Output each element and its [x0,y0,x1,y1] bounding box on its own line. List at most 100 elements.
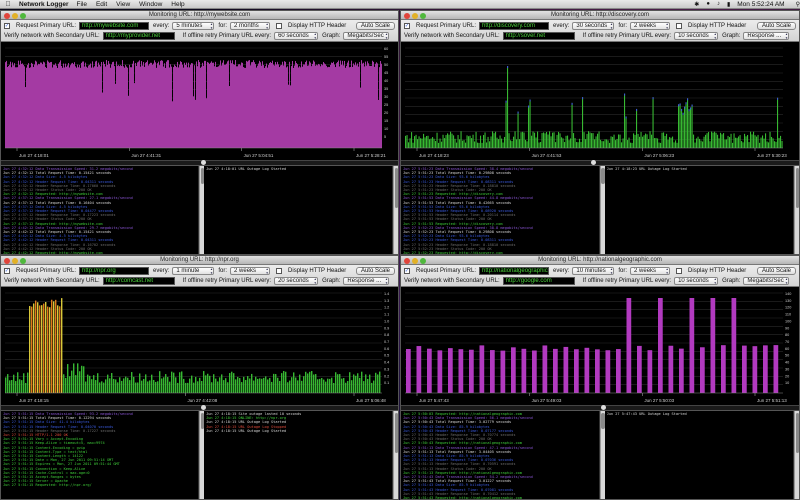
volume-icon[interactable]: ♪ [717,1,720,7]
chart-bar [87,374,89,393]
menu-window[interactable]: Window [139,1,162,8]
interval-select[interactable]: 1 minute [172,267,215,275]
duration-select[interactable]: 2 weeks [630,22,671,30]
outage-log-scrollbar[interactable] [393,166,398,254]
minimize-window-button[interactable] [12,257,18,264]
minimize-window-button[interactable] [412,257,418,264]
graph-type-select[interactable]: Response ... [343,277,390,285]
request-primary-checkbox[interactable]: ✓ [404,23,410,29]
primary-url-input[interactable]: http://discovery.com [479,22,550,30]
primary-url-input[interactable]: http://npr.org [79,267,150,275]
outage-log-scrollbar[interactable] [794,166,799,254]
secondary-url-input[interactable]: http://sover.net [502,32,575,40]
window-titlebar[interactable]: Monitoring URL: http://npr.org [1,256,398,265]
primary-url-input[interactable]: http://nationalgeographic.c [479,267,550,275]
timeline-scrubber[interactable] [1,405,398,410]
zoom-window-button[interactable] [420,257,426,264]
interval-select[interactable]: 10 minutes [572,267,615,275]
retry-select[interactable]: 10 seconds [674,277,719,285]
primary-url-input[interactable]: http://mywebsite.com [79,22,150,30]
menu-view[interactable]: View [116,1,130,8]
graph-type-select[interactable]: Response ... [743,32,790,40]
secondary-url-input[interactable]: http://google.com [502,277,575,285]
menubar-clock[interactable]: Mon 5:52:24 AM [737,1,784,8]
chart-bar [409,138,411,148]
minimize-window-button[interactable] [12,12,18,19]
timeline-scrubber[interactable] [401,405,799,410]
request-primary-checkbox[interactable]: ✓ [4,268,10,274]
display-header-checkbox[interactable] [676,268,683,274]
chart-bar [306,60,307,148]
outage-log[interactable]: Jun 27 4:18:01 URL Outage Log Started [204,166,393,254]
window-titlebar[interactable]: Monitoring URL: http://nationalgeographi… [401,256,799,265]
chart-bar [154,60,155,148]
scrubber-knob[interactable] [201,405,206,410]
window-titlebar[interactable]: Monitoring URL: http://mywebsite.com [1,11,398,20]
close-window-button[interactable] [4,12,10,19]
menu-app-name[interactable]: Network Logger [19,1,68,8]
outage-log[interactable]: Jun 27 4:18:23 URL Outage Log Started [604,166,794,254]
close-window-button[interactable] [404,12,410,19]
menu-file[interactable]: File [76,1,86,8]
wifi-icon[interactable]: ● [706,1,710,7]
interval-select[interactable]: 5 minutes [172,22,215,30]
display-header-checkbox[interactable] [676,23,683,29]
outage-log[interactable]: Jun 27 4:18:15 Site outage lasted 10 sec… [204,411,393,499]
apple-icon[interactable]:  [3,1,13,8]
close-window-button[interactable] [404,257,410,264]
display-header-checkbox[interactable] [276,268,283,274]
display-header-checkbox[interactable] [276,23,283,29]
duration-select[interactable]: 2 weeks [230,267,271,275]
timeline-scrubber[interactable] [1,160,398,165]
request-primary-checkbox[interactable]: ✓ [404,268,410,274]
auto-scale-button[interactable]: Auto Scale [355,22,395,30]
zoom-window-button[interactable] [420,12,426,19]
outage-log[interactable]: Jun 27 5:47:43 URL Outage Log Started [604,411,794,499]
retry-select[interactable]: 20 seconds [274,277,319,285]
chart-bar [314,61,315,148]
chart-bar [127,377,129,393]
outage-log-scrollbar[interactable] [794,411,799,499]
request-primary-checkbox[interactable]: ✓ [4,23,10,29]
chart-bar [658,298,663,393]
bluetooth-icon[interactable]: ✱ [694,1,699,8]
chart-bar [111,64,112,148]
outage-log-scrollbar[interactable] [393,411,398,499]
chart-bar [757,134,759,148]
request-log[interactable]: Jun 27 4:32:12 Data Transmission Speed: … [1,166,200,254]
window-titlebar[interactable]: Monitoring URL: http://discovery.com [401,11,799,20]
traffic-chart[interactable]: Jun 27 4:18:01 Jun 27 4:41:31 Jun 27 5:04:… [1,42,398,160]
traffic-chart[interactable]: Jun 27 5:47:43 Jun 27 5:49:03 Jun 27 5:50:… [401,287,799,405]
chart-bar [123,378,125,393]
retry-select[interactable]: 60 seconds [274,32,319,40]
duration-select[interactable]: 2 months [230,22,271,30]
secondary-url-input[interactable]: http://myprovider.net [102,32,175,40]
auto-scale-button[interactable]: Auto Scale [756,267,796,275]
auto-scale-button[interactable]: Auto Scale [756,22,796,30]
request-log[interactable]: Jun 27 5:51:23 Data Transmission Speed: … [401,166,600,254]
graph-type-select[interactable]: Megabits/Sec [343,32,390,40]
close-window-button[interactable] [4,257,10,264]
menu-edit[interactable]: Edit [96,1,107,8]
menu-help[interactable]: Help [171,1,184,8]
request-log[interactable]: Jun 27 5:50:03 Requested: http://nationa… [401,411,600,499]
request-log[interactable]: Jun 27 5:51:15 Data Transmission Speed: … [1,411,200,499]
scrubber-knob[interactable] [201,160,206,165]
interval-select[interactable]: 30 seconds [572,22,615,30]
scrubber-knob[interactable] [591,160,596,165]
timeline-scrubber[interactable] [401,160,799,165]
auto-scale-button[interactable]: Auto Scale [355,267,395,275]
secondary-url-input[interactable]: http://comcast.net [102,277,175,285]
zoom-window-button[interactable] [20,257,26,264]
minimize-window-button[interactable] [412,12,418,19]
traffic-chart[interactable]: Jun 27 4:18:15 Jun 27 4:42:08 Jun 27 5:06:… [1,287,398,405]
duration-select[interactable]: 2 weeks [630,267,671,275]
battery-icon[interactable]: ▮ [727,1,730,8]
traffic-chart[interactable]: Jun 27 4:18:23 Jun 27 4:41:53 Jun 27 5:06:… [401,42,799,160]
zoom-window-button[interactable] [20,12,26,19]
graph-type-select[interactable]: Megabits/Sec [743,277,790,285]
scrubber-knob[interactable] [601,405,606,410]
retry-select[interactable]: 10 seconds [674,32,719,40]
chart-bar [103,382,105,393]
spotlight-icon[interactable]: ⚲ [796,1,800,8]
